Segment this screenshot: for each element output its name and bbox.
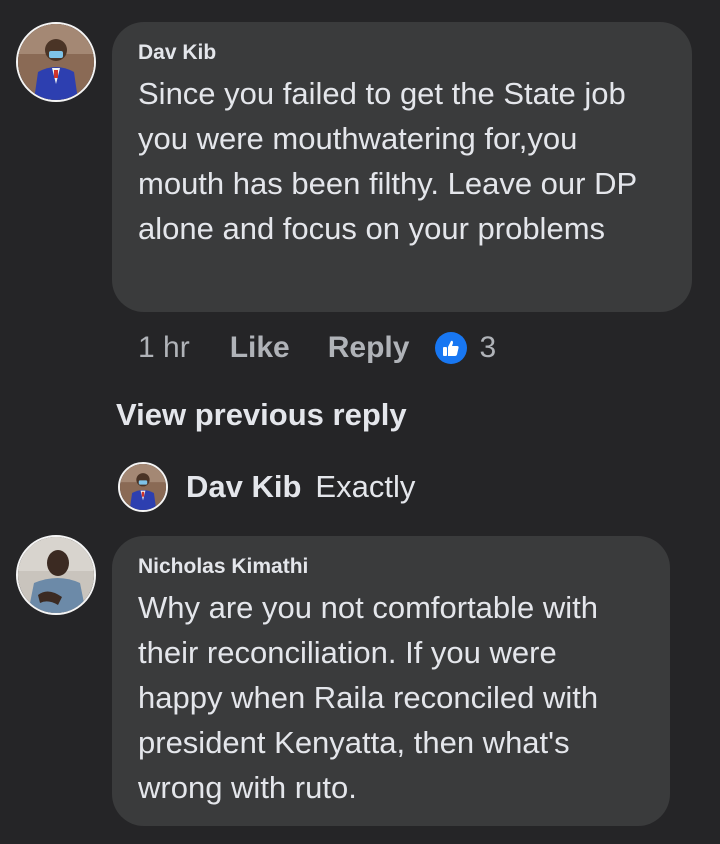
comment-text: Why are you not comfortable with their r… <box>138 590 599 805</box>
reaction-count[interactable]: 3 <box>479 331 496 365</box>
comment-text: Since you failed to get the State job yo… <box>138 76 637 246</box>
comment-bubble-2: Nicholas Kimathi Why are you not comfort… <box>112 536 670 826</box>
comment-timestamp[interactable]: 1 hr <box>138 331 190 365</box>
comment-actions: 1 hr Like Reply 3 <box>138 328 496 368</box>
reply-button[interactable]: Reply <box>328 331 410 365</box>
avatar-dav-kib[interactable] <box>16 22 96 102</box>
profile-photo-icon <box>18 24 94 100</box>
comment-author[interactable]: Nicholas Kimathi <box>138 555 644 579</box>
like-button[interactable]: Like <box>230 331 290 365</box>
comment-author[interactable]: Dav Kib <box>138 41 666 65</box>
profile-photo-icon <box>18 537 94 613</box>
reply-row: Dav Kib Exactly <box>118 461 415 513</box>
reply-author[interactable]: Dav Kib <box>186 469 301 505</box>
avatar-nicholas-kimathi[interactable] <box>16 535 96 615</box>
reply-text: Exactly <box>315 469 416 504</box>
avatar-reply-dav-kib[interactable] <box>118 462 168 512</box>
thumbs-up-icon[interactable] <box>435 332 468 364</box>
profile-photo-icon <box>120 464 166 510</box>
view-previous-reply-link[interactable]: View previous reply <box>116 397 407 433</box>
comment-bubble-1: Dav Kib Since you failed to get the Stat… <box>112 22 692 312</box>
